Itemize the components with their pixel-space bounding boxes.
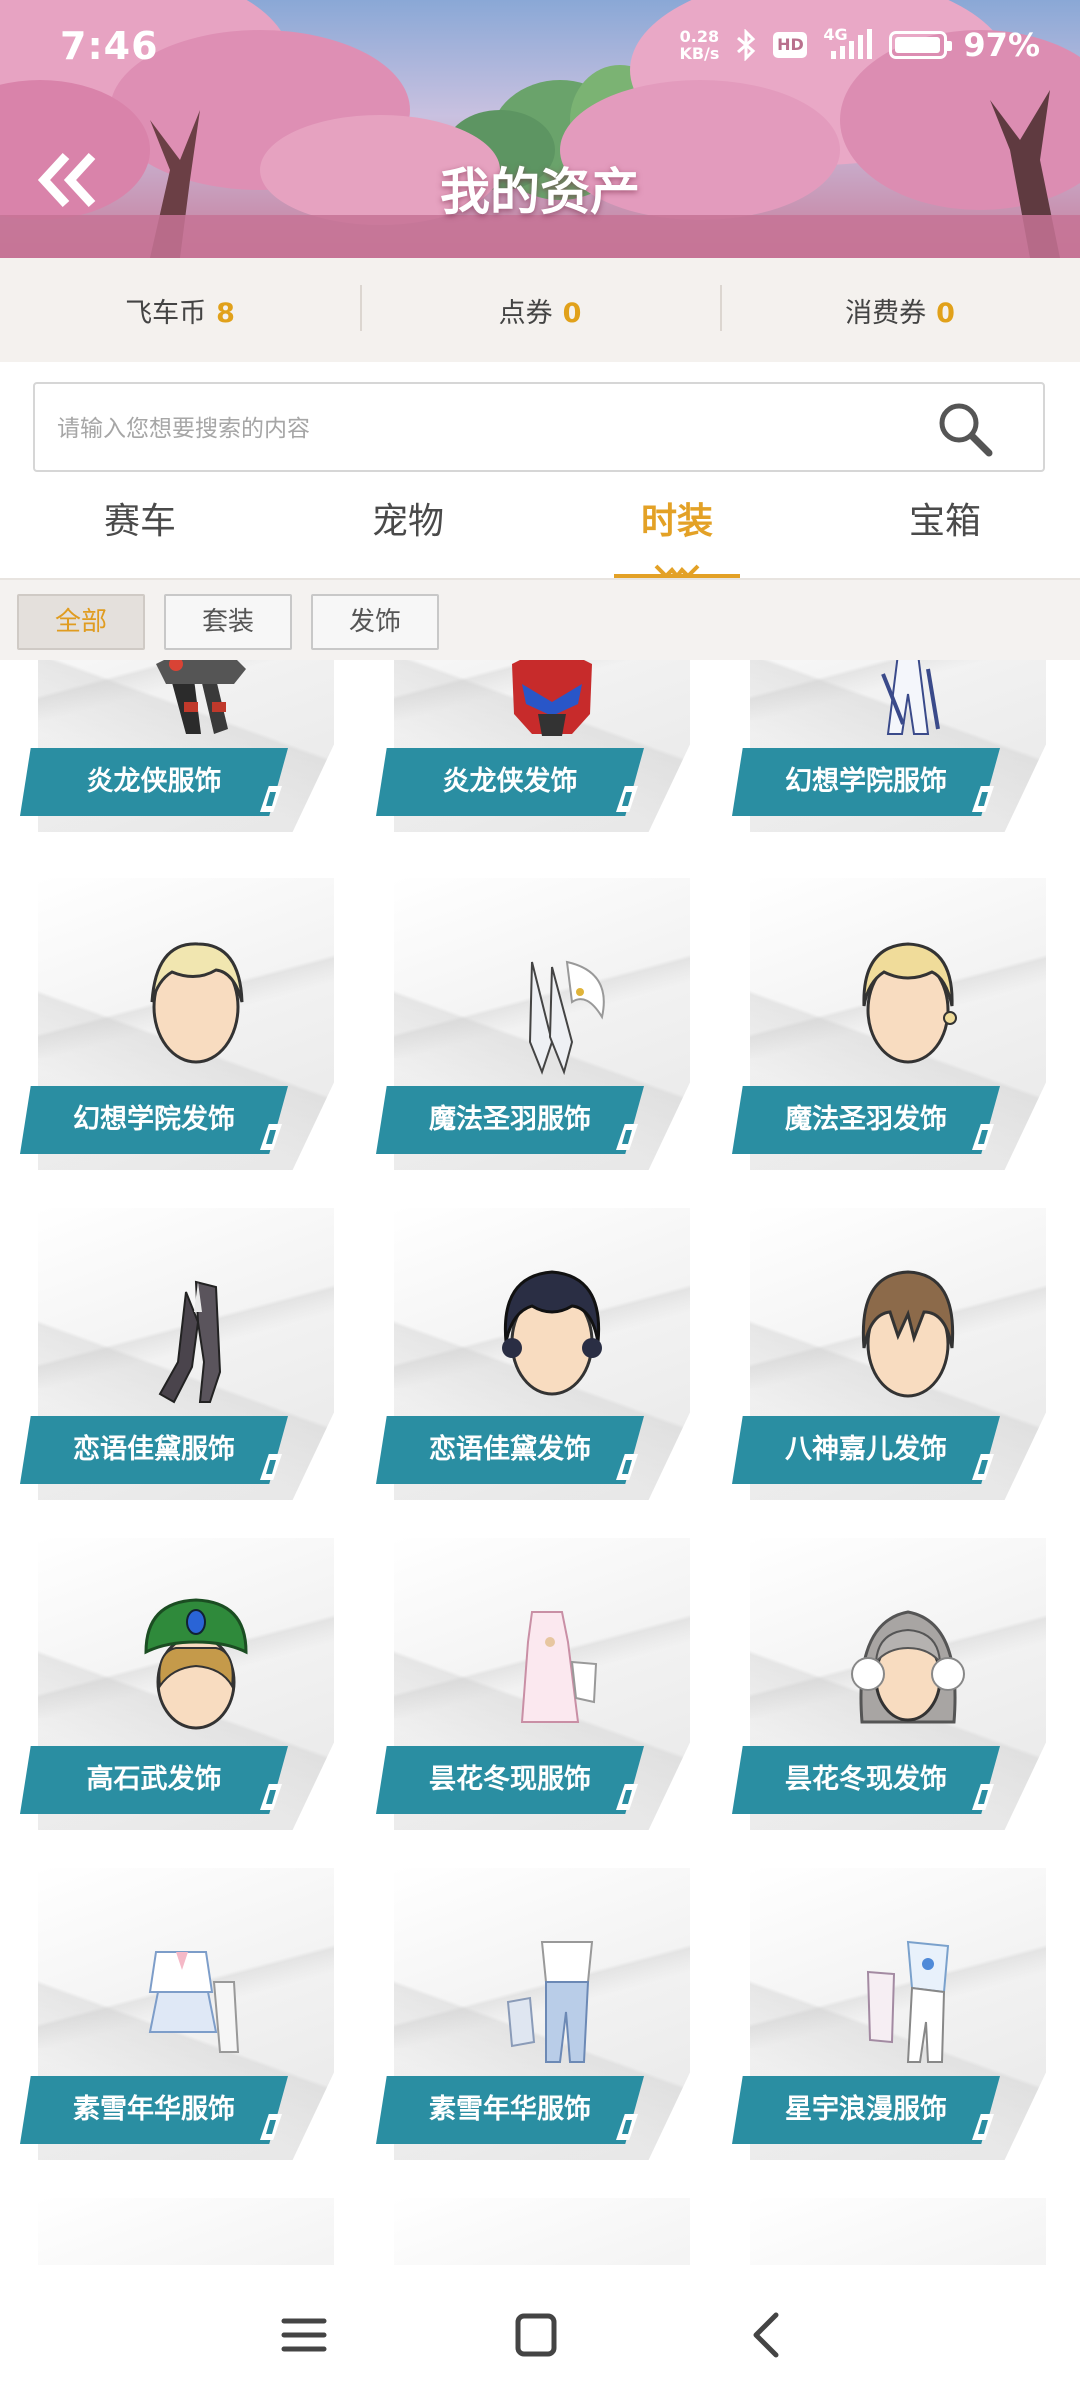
page-title: 我的资产 — [440, 163, 640, 221]
blonde-hair-icon — [150, 942, 244, 1064]
currency-coupon: 消费券 0 — [720, 284, 1080, 331]
item-card-partial[interactable] — [732, 2198, 1046, 2265]
item-label: 幻想学院发饰 — [20, 1086, 288, 1154]
search-input[interactable] — [55, 404, 919, 454]
item-card[interactable]: 星宇浪漫服饰 — [732, 1868, 1046, 2168]
blonde-curly-hair-icon — [862, 942, 957, 1064]
item-card[interactable]: 炎龙侠服饰 — [20, 660, 334, 840]
network-speed: 0.28 KB/s — [679, 28, 719, 62]
item-card[interactable]: 魔法圣羽服饰 — [376, 878, 690, 1178]
dark-curly-hair-icon — [502, 1270, 602, 1396]
tab-racing-car[interactable]: 赛车 — [40, 492, 240, 544]
battery-percent: 97% — [963, 26, 1040, 64]
helmet-icon — [512, 660, 592, 736]
item-label: 素雪年华服饰 — [20, 2076, 288, 2144]
item-card[interactable]: 幻想学院发饰 — [20, 878, 334, 1178]
bluetooth-icon — [737, 29, 756, 61]
home-square-icon[interactable] — [506, 2307, 566, 2363]
tab-fashion[interactable]: 时装 — [577, 492, 777, 544]
signal-icon: 4G — [823, 25, 873, 61]
filter-bar: 全部 套装 发饰 — [0, 580, 1080, 660]
item-label: 魔法圣羽发饰 — [732, 1086, 1000, 1154]
armor-outfit-icon — [156, 660, 246, 734]
green-hat-icon — [144, 1598, 248, 1730]
silver-hair-earmuffs-icon — [851, 1610, 965, 1724]
network-speed-unit: KB/s — [679, 44, 720, 63]
item-card[interactable]: 素雪年华服饰 — [376, 1868, 690, 2168]
battery-icon — [889, 31, 953, 59]
network-speed-value: 0.28 — [679, 27, 720, 46]
item-label: 素雪年华服饰 — [376, 2076, 644, 2144]
currency-value: 0 — [936, 297, 955, 329]
item-card[interactable]: 魔法圣羽发饰 — [732, 878, 1046, 1178]
item-card[interactable]: 素雪年华服饰 — [20, 1868, 334, 2168]
winged-outfit-icon — [528, 960, 605, 1076]
status-icons: 0.28 KB/s HD 4G 97% — [679, 25, 1040, 64]
starry-outfit-icon — [866, 1940, 950, 2063]
item-tile — [38, 2198, 334, 2265]
search-box — [33, 382, 1045, 472]
item-card[interactable]: 炎龙侠发饰 — [376, 660, 690, 840]
item-label: 八神嘉儿发饰 — [732, 1416, 1000, 1484]
blue-jeans-outfit-icon — [506, 1941, 594, 2063]
dark-suit-icon — [158, 1280, 222, 1404]
item-label: 炎龙侠服饰 — [20, 748, 288, 816]
currency-points: 点券 0 — [360, 284, 720, 331]
item-label: 魔法圣羽服饰 — [376, 1086, 644, 1154]
item-card[interactable]: 幻想学院服饰 — [732, 660, 1046, 840]
currency-feiche-coin: 飞车币 8 — [0, 291, 360, 330]
item-label: 星宇浪漫服饰 — [732, 2076, 1000, 2144]
filter-suit[interactable]: 套装 — [164, 594, 292, 650]
item-card[interactable]: 八神嘉儿发饰 — [732, 1208, 1046, 1508]
search-icon[interactable] — [937, 401, 993, 457]
filter-hair-accessory[interactable]: 发饰 — [311, 594, 439, 650]
filter-all[interactable]: 全部 — [17, 594, 145, 650]
status-time: 7:46 — [60, 24, 159, 68]
item-card[interactable]: 恋语佳黛服饰 — [20, 1208, 334, 1508]
item-label: 昙花冬现发饰 — [732, 1746, 1000, 1814]
item-tile — [750, 2198, 1046, 2265]
item-card[interactable]: 昙花冬现服饰 — [376, 1538, 690, 1838]
battery-fill — [895, 37, 941, 53]
item-tile — [394, 2198, 690, 2265]
currency-label: 飞车币 — [125, 297, 207, 329]
header-banner: 7:46 0.28 KB/s HD 4G 97% 我的资产 — [0, 0, 1080, 258]
item-card-partial[interactable] — [376, 2198, 690, 2265]
item-label: 幻想学院服饰 — [732, 748, 1000, 816]
item-card[interactable]: 高石武发饰 — [20, 1538, 334, 1838]
item-label: 恋语佳黛服饰 — [20, 1416, 288, 1484]
item-card[interactable]: 恋语佳黛发饰 — [376, 1208, 690, 1508]
back-chevron-icon[interactable] — [738, 2307, 798, 2363]
currency-label: 点券 — [498, 297, 553, 329]
brown-hair-icon — [861, 1270, 955, 1398]
category-tabs: 赛车 宠物 时装 宝箱 — [0, 480, 1080, 580]
tab-treasure-box[interactable]: 宝箱 — [845, 492, 1045, 544]
currency-value: 0 — [562, 297, 582, 329]
currency-bar: 飞车币 8 点券 0 消费券 0 — [0, 258, 1080, 362]
item-label: 高石武发饰 — [20, 1746, 288, 1814]
item-card-partial[interactable] — [20, 2198, 334, 2265]
item-label: 恋语佳黛发饰 — [376, 1416, 644, 1484]
currency-value: 8 — [216, 297, 235, 329]
white-outfit-icon — [881, 660, 940, 735]
currency-label: 消费券 — [845, 297, 927, 329]
hd-badge: HD — [773, 32, 808, 58]
pink-dress-icon — [520, 1611, 598, 1723]
item-grid: 炎龙侠服饰 炎龙侠发饰 幻想学院服饰 幻想学院发饰 魔法圣羽服饰 魔法圣羽发饰 … — [0, 660, 1080, 2265]
menu-icon[interactable] — [274, 2307, 334, 2363]
system-nav-bar — [0, 2265, 1080, 2400]
tab-pet[interactable]: 宠物 — [308, 492, 508, 544]
item-label: 炎龙侠发饰 — [376, 748, 644, 816]
school-uniform-icon — [148, 1951, 240, 2053]
item-card[interactable]: 昙花冬现发饰 — [732, 1538, 1046, 1838]
item-label: 昙花冬现服饰 — [376, 1746, 644, 1814]
